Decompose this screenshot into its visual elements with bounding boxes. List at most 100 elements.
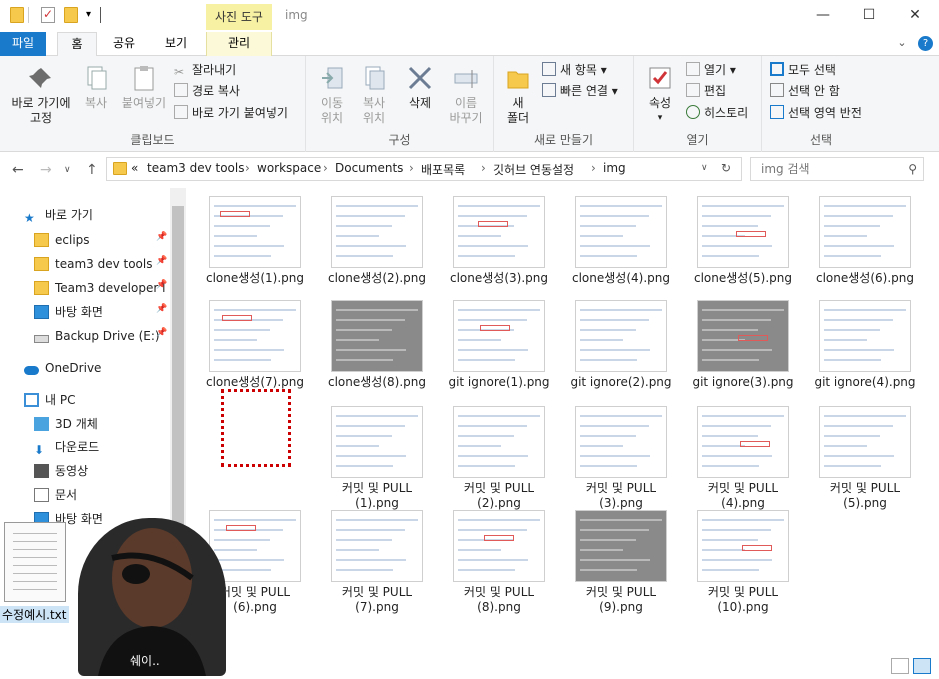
paste-button[interactable]: 붙여넣기 — [118, 64, 170, 111]
new-folder-icon[interactable] — [64, 7, 78, 23]
invert-selection-label: 선택 영역 반전 — [788, 106, 862, 120]
file-item[interactable]: clone생성(4).png — [566, 196, 676, 286]
file-item[interactable]: clone생성(8).png — [322, 300, 432, 390]
new-folder-button[interactable]: 새 폴더 — [500, 64, 536, 126]
breadcrumb-item[interactable]: 깃허브 연동설정 — [493, 161, 574, 178]
file-item[interactable]: 커밋 및 PULL (1).png — [322, 406, 432, 511]
file-item[interactable]: 커밋 및 PULL (3).png — [566, 406, 676, 511]
address-bar[interactable]: « team3 dev tools › workspace › Document… — [106, 157, 742, 181]
pin-icon[interactable]: 📌 — [156, 232, 167, 242]
rename-button[interactable]: 이름 바꾸기 — [444, 64, 488, 126]
move-to-button[interactable]: 이동 위치 — [312, 64, 352, 126]
easy-access-button[interactable]: 빠른 연결 ▾ — [542, 81, 618, 101]
select-all-button[interactable]: 모두 선택 — [770, 60, 836, 80]
details-view-icon[interactable] — [891, 658, 909, 674]
large-icons-view-icon[interactable] — [913, 658, 931, 674]
select-none-button[interactable]: 선택 안 함 — [770, 81, 840, 101]
paste-shortcut-button[interactable]: 바로 가기 붙여넣기 — [174, 103, 288, 123]
file-item[interactable]: 커밋 및 PULL (4).png — [688, 406, 798, 511]
properties-check-icon[interactable]: ✓ — [41, 7, 55, 23]
file-name: git ignore(3).png — [692, 375, 794, 389]
pin-icon[interactable]: 📌 — [156, 328, 167, 338]
maximize-button[interactable]: ☐ — [846, 0, 892, 30]
file-name: 커밋 및 PULL (4).png — [707, 481, 779, 510]
tab-file[interactable]: 파일 — [0, 32, 46, 56]
file-item[interactable]: clone생성(1).png — [200, 196, 310, 286]
copy-path-button[interactable]: 경로 복사 — [174, 81, 240, 101]
file-item[interactable]: clone생성(2).png — [322, 196, 432, 286]
nav-item[interactable]: ⬇ 다운로드 — [34, 436, 99, 458]
breadcrumb-item[interactable]: workspace — [257, 161, 321, 175]
nav-item[interactable]: 3D 개체 — [34, 413, 98, 435]
file-item[interactable]: clone생성(6).png — [810, 196, 920, 286]
pin-quick-access-button[interactable]: 바로 가기에 고정 — [4, 64, 78, 126]
chevron-down-icon[interactable]: ∨ — [701, 163, 708, 173]
customize-toolbar-icon[interactable]: ▾ — [86, 7, 100, 23]
help-icon[interactable]: ? — [918, 36, 933, 51]
file-item[interactable]: 커밋 및 PULL (10).png — [688, 510, 798, 615]
invert-selection-button[interactable]: 선택 영역 반전 — [770, 103, 862, 123]
cut-button[interactable]: ✂ 잘라내기 — [174, 60, 236, 80]
properties-button[interactable]: 속성 ▾ — [640, 64, 680, 126]
breadcrumb-overflow[interactable]: « — [131, 161, 138, 175]
nav-item[interactable]: Backup Drive (E:) — [34, 325, 160, 347]
breadcrumb-item[interactable]: Documents — [335, 161, 403, 175]
expand-ribbon-icon[interactable]: ⌄ — [895, 32, 909, 56]
nav-item[interactable]: eclips — [34, 229, 90, 251]
file-item[interactable]: clone생성(3).png — [444, 196, 554, 286]
file-name: 커밋 및 PULL (2).png — [463, 481, 535, 510]
tab-manage[interactable]: 관리 — [206, 32, 272, 56]
close-button[interactable]: ✕ — [892, 0, 938, 30]
file-item[interactable]: 커밋 및 PULL (8).png — [444, 510, 554, 615]
file-item[interactable]: git ignore(4).png — [810, 300, 920, 390]
file-item[interactable]: 커밋 및 PULL (5).png — [810, 406, 920, 511]
breadcrumb-item[interactable]: img — [603, 161, 626, 175]
file-item[interactable]: git ignore(2).png — [566, 300, 676, 390]
tab-home[interactable]: 홈 — [57, 32, 97, 57]
search-icon: ⚲ — [908, 162, 917, 176]
recent-locations-icon[interactable]: ∨ — [64, 165, 71, 175]
search-input[interactable]: img 검색 ⚲ — [750, 157, 924, 181]
new-item-button[interactable]: 새 항목 ▾ — [542, 60, 607, 80]
nav-item[interactable]: Team3 developer l — [34, 277, 165, 299]
file-item[interactable]: clone생성(7).png — [200, 300, 310, 390]
copy-to-button[interactable]: 복사 위치 — [354, 64, 394, 126]
nav-item[interactable]: 동영상 — [34, 460, 88, 482]
breadcrumb-item[interactable]: 배포목록 — [421, 161, 465, 178]
text-file-icon[interactable] — [4, 522, 66, 602]
nav-item[interactable]: 문서 — [34, 484, 77, 506]
history-button[interactable]: 히스토리 — [686, 103, 748, 123]
folder-icon — [34, 281, 49, 295]
nav-scrollbar-thumb[interactable] — [172, 206, 184, 550]
file-item[interactable]: 커밋 및 PULL (9).png — [566, 510, 676, 615]
pin-icon[interactable]: 📌 — [156, 256, 167, 266]
file-item[interactable]: 커밋 및 PULL (2).png — [444, 406, 554, 511]
delete-label: 삭제 — [408, 96, 432, 110]
file-item[interactable]: 커밋 및 PULL (7).png — [322, 510, 432, 615]
copy-button[interactable]: 복사 — [78, 64, 114, 111]
breadcrumb-item[interactable]: team3 dev tools — [147, 161, 244, 175]
pin-icon[interactable]: 📌 — [156, 304, 167, 314]
nav-item[interactable]: ★ 바로 가기 — [24, 204, 93, 226]
file-thumbnail — [697, 510, 789, 582]
refresh-icon[interactable]: ↻ — [721, 161, 731, 175]
nav-item[interactable]: 바탕 화면 — [34, 301, 103, 323]
forward-arrow-icon[interactable]: → — [40, 162, 52, 178]
pin-icon[interactable]: 📌 — [156, 280, 167, 290]
file-item[interactable]: clone생성(5).png — [688, 196, 798, 286]
cut-label: 잘라내기 — [192, 63, 237, 77]
delete-button[interactable]: 삭제 — [402, 64, 438, 111]
nav-item[interactable]: OneDrive — [24, 357, 101, 379]
file-item[interactable]: git ignore(1).png — [444, 300, 554, 390]
nav-item[interactable]: 내 PC — [24, 389, 75, 411]
back-arrow-icon[interactable]: ← — [12, 162, 24, 178]
tab-share[interactable]: 공유 — [104, 32, 144, 56]
text-file-name[interactable]: 수정예시.txt — [0, 606, 69, 623]
nav-item[interactable]: team3 dev tools — [34, 253, 152, 275]
open-button[interactable]: 열기 ▾ — [686, 60, 736, 80]
file-item[interactable]: git ignore(3).png — [688, 300, 798, 390]
up-arrow-icon[interactable]: ↑ — [86, 162, 98, 178]
minimize-button[interactable]: — — [800, 0, 846, 30]
edit-button[interactable]: 편집 — [686, 81, 726, 101]
tab-view[interactable]: 보기 — [156, 32, 196, 56]
